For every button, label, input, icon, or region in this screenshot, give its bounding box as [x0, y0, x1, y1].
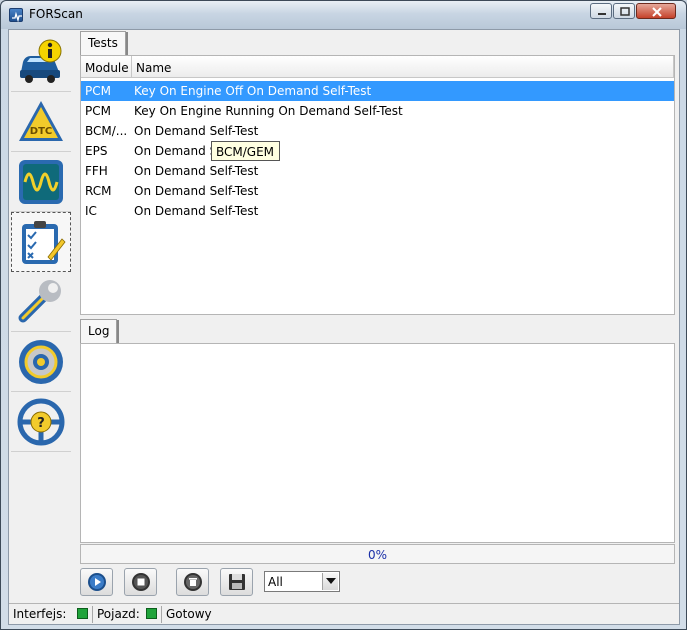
- log-filter-select[interactable]: All: [264, 571, 340, 592]
- test-name-cell: On Demand Self-Test: [134, 184, 259, 198]
- sidebar-item-help[interactable]: ?: [11, 392, 71, 452]
- run-button[interactable]: [80, 568, 113, 596]
- table-row[interactable]: IC On Demand Self-Test: [81, 201, 674, 221]
- title-bar[interactable]: FORScan: [1, 1, 686, 29]
- tests-table: Module Name PCM Key On Engine Off On Dem…: [80, 55, 675, 315]
- tab-log[interactable]: Log: [80, 319, 120, 344]
- module-tooltip: BCM/GEM: [211, 141, 281, 161]
- svg-text:?: ?: [37, 416, 45, 431]
- trash-icon: [184, 573, 202, 591]
- log-panel[interactable]: [80, 343, 675, 543]
- oscilloscope-icon: [19, 160, 63, 204]
- close-button[interactable]: [636, 3, 676, 19]
- app-icon[interactable]: [9, 8, 23, 23]
- minimize-button[interactable]: [590, 3, 612, 19]
- window-title: FORScan: [29, 7, 83, 21]
- module-cell: IC: [85, 204, 97, 218]
- tab-tests[interactable]: Tests: [80, 31, 128, 56]
- sidebar-item-vehicle-info[interactable]: [11, 32, 71, 92]
- dtc-warning-icon: DTC: [19, 101, 63, 141]
- table-header: Module Name: [81, 56, 674, 78]
- stop-button[interactable]: [124, 568, 157, 596]
- table-row[interactable]: EPS On Demand Self-Test: [81, 141, 674, 161]
- wrench-icon: [18, 280, 61, 323]
- test-name-cell: Key On Engine Running On Demand Self-Tes…: [134, 104, 403, 118]
- divider: [92, 606, 93, 623]
- column-header-module[interactable]: Module: [81, 56, 132, 78]
- interface-status-led: [77, 608, 88, 619]
- table-row[interactable]: PCM Key On Engine Running On Demand Self…: [81, 101, 674, 121]
- module-cell: PCM: [85, 104, 111, 118]
- vehicle-status-led: [146, 608, 157, 619]
- status-text: Gotowy: [166, 607, 212, 621]
- test-name-cell: On Demand Self-Test: [134, 124, 259, 138]
- test-name-cell: On Demand Self-Test: [134, 164, 259, 178]
- main-window: FORScan DTC ? Tests Module Name PCM Key …: [0, 0, 687, 630]
- stop-icon: [132, 573, 150, 591]
- save-icon: [229, 574, 245, 590]
- play-icon: [88, 573, 106, 591]
- table-row[interactable]: FFH On Demand Self-Test: [81, 161, 674, 181]
- car-info-icon: [20, 39, 62, 83]
- dropdown-arrow[interactable]: [322, 573, 338, 590]
- status-bar: Interfejs: Pojazd: Gotowy: [9, 603, 679, 624]
- svg-text:DTC: DTC: [30, 126, 52, 137]
- sidebar-item-oscilloscope[interactable]: [11, 152, 71, 212]
- checklist-icon: [22, 221, 66, 264]
- chevron-down-icon: [326, 578, 336, 584]
- sidebar-item-service[interactable]: [11, 272, 71, 332]
- test-name-cell: Key On Engine Off On Demand Self-Test: [134, 84, 372, 98]
- table-row[interactable]: PCM Key On Engine Off On Demand Self-Tes…: [81, 81, 674, 101]
- module-cell: BCM/...: [85, 124, 128, 138]
- progress-text: 0%: [367, 548, 388, 562]
- interface-label: Interfejs:: [13, 607, 67, 621]
- module-cell: RCM: [85, 184, 112, 198]
- gear-icon: [19, 340, 63, 384]
- log-filter-value: All: [268, 575, 283, 589]
- help-steering-wheel-icon: ?: [17, 398, 65, 446]
- sidebar-item-dtc[interactable]: DTC: [11, 92, 71, 152]
- module-cell: PCM: [85, 84, 111, 98]
- sidebar-item-settings[interactable]: [11, 332, 71, 392]
- progress-bar: 0%: [80, 544, 675, 564]
- test-name-cell: On Demand Self-Test: [134, 204, 259, 218]
- maximize-button[interactable]: [613, 3, 635, 19]
- table-row[interactable]: BCM/... On Demand Self-Test: [81, 121, 674, 141]
- sidebar-item-tests[interactable]: [11, 212, 71, 272]
- save-log-button[interactable]: [220, 568, 253, 596]
- table-row[interactable]: RCM On Demand Self-Test: [81, 181, 674, 201]
- divider: [161, 606, 162, 623]
- vehicle-label: Pojazd:: [97, 607, 140, 621]
- column-header-name[interactable]: Name: [132, 56, 674, 78]
- module-cell: EPS: [85, 144, 108, 158]
- clear-log-button[interactable]: [176, 568, 209, 596]
- module-cell: FFH: [85, 164, 108, 178]
- client-area: DTC ? Tests Module Name PCM Key On Engin…: [8, 29, 680, 625]
